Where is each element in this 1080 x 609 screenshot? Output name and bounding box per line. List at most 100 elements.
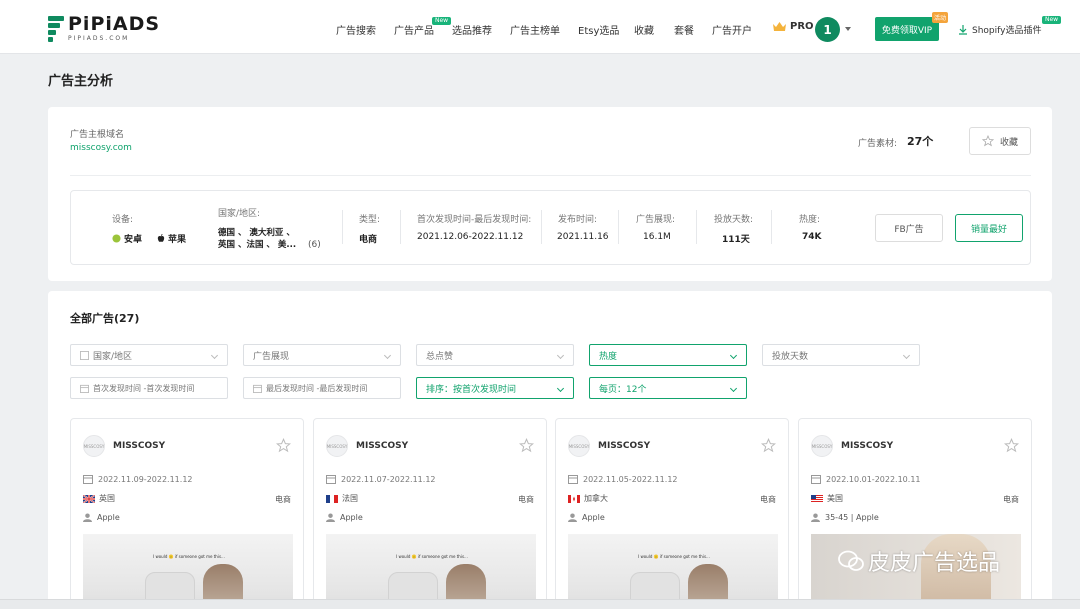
nav-favorites[interactable]: 收藏 (634, 22, 654, 37)
advertiser-logo: MISSCOSY (568, 435, 590, 457)
calendar-icon (253, 384, 262, 393)
separator (400, 210, 401, 244)
shopify-plugin-link[interactable]: Shopify选品插件 (958, 23, 1041, 36)
first-last-label: 首次发现时间-最后发现时间: (417, 215, 532, 225)
nav-plans[interactable]: 套餐 (674, 22, 694, 37)
nav-account-open[interactable]: 广告开户 (712, 22, 752, 37)
bottom-scroll-edge (0, 599, 1080, 609)
ad-count-label: 广告素材: (858, 139, 898, 149)
star-icon[interactable] (761, 438, 776, 453)
shopify-plugin-label: Shopify选品插件 (972, 26, 1042, 36)
ad-audience: Apple (83, 513, 120, 522)
region-line-1: 德国 、 澳大利亚 、 (218, 228, 295, 238)
advertiser-name: MISSCOSY (113, 441, 166, 451)
ad-type: 电商 (1003, 495, 1019, 504)
ad-card[interactable]: MISSCOSY MISSCOSY 2022.10.01-2022.10.11 … (798, 418, 1032, 609)
top-navigation-bar: PiPiADS PIPIADS.COM 广告搜索 广告产品 New 选品推荐 广… (0, 0, 1080, 54)
nav-ad-products[interactable]: 广告产品 (394, 22, 434, 37)
advertiser-logo: MISSCOSY (83, 435, 105, 457)
france-flag-icon (326, 494, 338, 503)
calendar-icon (80, 384, 89, 393)
star-icon (981, 135, 994, 147)
ad-count-value: 27个 (907, 135, 934, 148)
fb-ads-button[interactable]: FB广告 (875, 214, 943, 242)
watermark: 皮皮广告选品 (838, 545, 1000, 577)
chevron-down-icon (210, 351, 219, 360)
star-icon[interactable] (519, 438, 534, 453)
divider (70, 175, 1031, 176)
device-android: 安卓 (112, 232, 142, 245)
ad-country: 英国 (83, 493, 115, 504)
page-title: 广告主分析 (48, 74, 114, 89)
ad-date-range: 2022.10.01-2022.10.11 (811, 474, 921, 484)
days-value: 111天 (722, 235, 750, 245)
vip-promo-tag: 活动 (932, 12, 949, 23)
device-label: 设备: (112, 215, 134, 225)
last-seen-date-range[interactable]: 最后发现时间 -最后发现时间 (243, 377, 401, 399)
country-filter[interactable]: 国家/地区 (70, 344, 228, 366)
free-vip-button[interactable]: 免费领取VIP (875, 17, 939, 41)
heat-label: 热度: (799, 215, 821, 225)
impressions-filter[interactable]: 广告展现 (243, 344, 401, 366)
ad-thumbnail[interactable]: I would 🙂 if someone got me this... (83, 534, 293, 609)
nav-etsy[interactable]: Etsy选品 (578, 22, 619, 37)
ad-caption: I would 🙂 if someone got me this... (638, 554, 710, 559)
ad-thumbnail[interactable]: I would 🙂 if someone got me this... (568, 534, 778, 609)
sort-select[interactable]: 排序：按首次发现时间 (416, 377, 574, 399)
advertiser-name: MISSCOSY (841, 441, 894, 451)
ad-card[interactable]: MISSCOSY MISSCOSY 2022.11.07-2022.11.12 … (313, 418, 547, 609)
user-avatar[interactable]: 1 (815, 17, 840, 42)
domain-link[interactable]: misscosy.com (70, 143, 132, 153)
heat-filter[interactable]: 热度 (589, 344, 747, 366)
days-label: 投放天数: (714, 215, 754, 225)
chevron-down-icon (729, 384, 738, 393)
ad-country: 加拿大 (568, 493, 608, 504)
pro-status[interactable]: PRO (773, 21, 814, 32)
ad-date-range: 2022.11.05-2022.11.12 (568, 474, 678, 484)
favorite-label: 收藏 (999, 137, 1018, 148)
page-size-select[interactable]: 每页：12个 (589, 377, 747, 399)
nav-ad-search[interactable]: 广告搜索 (336, 22, 376, 37)
shopify-new-badge: New (1042, 16, 1062, 24)
favorite-button[interactable]: 收藏 (969, 127, 1031, 155)
calendar-icon (811, 475, 821, 484)
user-icon (568, 513, 577, 522)
ad-country: 美国 (811, 493, 843, 504)
advertiser-logo: MISSCOSY (326, 435, 348, 457)
star-icon[interactable] (1004, 438, 1019, 453)
region-more-count[interactable]: (6) (308, 240, 321, 250)
impressions-value: 16.1M (643, 232, 671, 242)
nav-advertiser-rank[interactable]: 广告主榜单 (510, 22, 560, 37)
chevron-down-icon (729, 351, 738, 360)
likes-filter[interactable]: 总点赞 (416, 344, 574, 366)
advertiser-name: MISSCOSY (598, 441, 651, 451)
chevron-down-icon (556, 351, 565, 360)
device-apple: 苹果 (157, 232, 186, 245)
publish-label: 发布时间: (558, 215, 598, 225)
ad-audience: Apple (568, 513, 605, 522)
domain-label: 广告主根域名 (70, 130, 125, 140)
star-icon[interactable] (276, 438, 291, 453)
first-last-value: 2021.12.06-2022.11.12 (417, 232, 524, 242)
ad-thumbnail[interactable]: I would 🙂 if someone got me this... (326, 534, 536, 609)
ad-caption: I would 🙂 if someone got me this... (153, 554, 225, 559)
chevron-down-icon (902, 351, 911, 360)
ad-date-range: 2022.11.09-2022.11.12 (83, 474, 193, 484)
nav-product-picks[interactable]: 选品推荐 (452, 22, 492, 37)
uk-flag-icon (83, 494, 95, 503)
chevron-down-icon (383, 351, 392, 360)
chevron-down-icon[interactable] (845, 27, 851, 31)
best-selling-button[interactable]: 销量最好 (955, 214, 1023, 242)
all-ads-title: 全部广告(27) (70, 312, 140, 325)
ad-card[interactable]: MISSCOSY MISSCOSY 2022.11.05-2022.11.12 … (555, 418, 789, 609)
ad-card[interactable]: MISSCOSY MISSCOSY 2022.11.09-2022.11.12 … (70, 418, 304, 609)
calendar-icon (568, 475, 578, 484)
canada-flag-icon (568, 494, 580, 503)
user-icon (811, 513, 820, 522)
apple-icon (157, 234, 165, 242)
separator (541, 210, 542, 244)
first-seen-date-range[interactable]: 首次发现时间 -首次发现时间 (70, 377, 228, 399)
globe-icon (80, 350, 89, 360)
days-filter[interactable]: 投放天数 (762, 344, 920, 366)
ad-audience: Apple (326, 513, 363, 522)
